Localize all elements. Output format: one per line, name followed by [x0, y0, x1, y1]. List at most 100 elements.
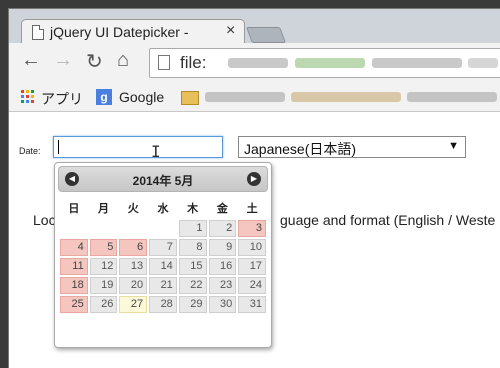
text-caret [58, 140, 59, 154]
google-icon: g [96, 89, 112, 105]
calendar-cell: 7 [149, 239, 177, 256]
new-tab-button[interactable] [246, 27, 286, 43]
calendar-week-row: 123 [60, 220, 266, 237]
calendar-cell: 6 [119, 239, 148, 256]
calendar-grid: 日 月 火 水 木 金 土 1 2 3 4 5 6 7 8 9 10 11 12 13 14 15 16 17 1… [58, 196, 268, 315]
calendar-cell: 2 [208, 220, 237, 237]
blurred-url [228, 58, 288, 68]
date-input[interactable] [53, 136, 223, 158]
calendar-cell: 19 [89, 277, 118, 294]
calendar-day[interactable]: 10 [238, 239, 266, 256]
dropdown-arrow-icon: ▼ [448, 140, 459, 152]
calendar-cell: 9 [208, 239, 237, 256]
datepicker-title: 2014年 5月 [132, 174, 194, 188]
calendar-day[interactable]: 17 [238, 258, 266, 275]
ibeam-cursor-icon: I [151, 142, 161, 161]
folder-icon[interactable] [181, 91, 199, 105]
address-bar[interactable]: file: [149, 48, 500, 78]
weekday-header: 金 [216, 203, 228, 215]
bookmark-apps[interactable]: アプリ [41, 89, 83, 109]
calendar-day[interactable]: 29 [178, 296, 207, 313]
calendar-cell: 5 [89, 239, 118, 256]
back-arrow-icon[interactable]: ← [21, 49, 41, 72]
url-text: file: [180, 53, 207, 72]
language-select-value: Japanese(日本語) [244, 141, 357, 157]
calendar-day[interactable]: 19 [89, 277, 118, 294]
calendar-cell: 3 [238, 220, 266, 237]
description-text-end: guage and format (English / Weste [280, 212, 496, 228]
calendar-day[interactable]: 20 [119, 277, 148, 294]
calendar-cell: 21 [149, 277, 177, 294]
calendar-day[interactable]: 22 [178, 277, 207, 294]
calendar-day[interactable]: 3 [238, 220, 266, 237]
calendar-day[interactable]: 8 [178, 239, 207, 256]
calendar-day[interactable]: 7 [149, 239, 177, 256]
calendar-day[interactable]: 27 [119, 296, 148, 313]
browser-tab[interactable]: jQuery UI Datepicker - × [21, 19, 245, 44]
calendar-cell [90, 220, 118, 237]
blurred-url [295, 58, 365, 68]
calendar-cell: 18 [60, 277, 88, 294]
calendar-day[interactable]: 4 [60, 239, 88, 256]
tab-strip: jQuery UI Datepicker - × [9, 9, 500, 44]
calendar-day[interactable]: 25 [60, 296, 88, 313]
bookmarks-bar: アプリ g Google [9, 83, 500, 112]
calendar-day[interactable]: 26 [89, 296, 118, 313]
weekday-header: 月 [98, 203, 110, 215]
bookmark-google[interactable]: Google [119, 89, 164, 105]
page-content: Date: I Japanese(日本語) ▼ Loc guage and fo… [9, 112, 500, 368]
calendar-cell: 24 [238, 277, 266, 294]
calendar-cell: 31 [238, 296, 266, 313]
calendar-cell: 4 [60, 239, 88, 256]
calendar-day[interactable]: 12 [89, 258, 118, 275]
calendar-cell: 26 [89, 296, 118, 313]
blurred-bookmarks [407, 92, 497, 102]
datepicker: 2014年 5月 ◀ ▶ 日 月 火 水 木 金 土 1 2 3 4 5 6 7 8 9 10 [54, 162, 272, 348]
calendar-day[interactable]: 11 [60, 258, 88, 275]
home-icon[interactable]: ⌂ [117, 49, 129, 72]
language-select[interactable]: Japanese(日本語) ▼ [238, 136, 466, 158]
calendar-day[interactable]: 2 [208, 220, 237, 237]
blurred-url [468, 58, 498, 68]
calendar-cell: 15 [178, 258, 207, 275]
weekday-header: 日 [68, 203, 80, 215]
calendar-cell: 23 [208, 277, 237, 294]
calendar-cell: 25 [60, 296, 88, 313]
reload-icon[interactable]: ↻ [86, 49, 103, 74]
calendar-day[interactable]: 15 [178, 258, 207, 275]
calendar-day[interactable]: 6 [119, 239, 148, 256]
calendar-day[interactable]: 18 [60, 277, 88, 294]
calendar-day[interactable]: 24 [238, 277, 266, 294]
calendar-day[interactable]: 16 [208, 258, 237, 275]
calendar-day[interactable]: 1 [178, 220, 207, 237]
calendar-cell: 22 [178, 277, 207, 294]
calendar-cell: 16 [208, 258, 237, 275]
calendar-day[interactable]: 21 [149, 277, 177, 294]
apps-grid-icon[interactable] [21, 90, 35, 104]
calendar-cell [149, 220, 177, 237]
calendar-day[interactable]: 30 [208, 296, 237, 313]
calendar-day[interactable]: 23 [208, 277, 237, 294]
calendar-day[interactable]: 14 [149, 258, 177, 275]
next-month-icon[interactable]: ▶ [247, 172, 261, 186]
calendar-cell [119, 220, 147, 237]
calendar-day[interactable]: 31 [238, 296, 266, 313]
calendar-cell: 28 [149, 296, 177, 313]
weekday-header: 水 [157, 203, 169, 215]
calendar-day[interactable]: 5 [89, 239, 118, 256]
tab-close-button[interactable]: × [226, 22, 235, 40]
calendar-cell: 30 [208, 296, 237, 313]
forward-arrow-icon[interactable]: → [53, 49, 73, 72]
empty-day-cell [60, 220, 88, 237]
calendar-day[interactable]: 13 [119, 258, 148, 275]
calendar-day[interactable]: 9 [208, 239, 237, 256]
calendar-day[interactable]: 28 [149, 296, 177, 313]
blurred-url [372, 58, 462, 68]
description-text-start: Loc [33, 212, 56, 228]
prev-month-icon[interactable]: ◀ [65, 172, 79, 186]
weekday-header: 木 [187, 203, 199, 215]
datepicker-header: 2014年 5月 ◀ ▶ [58, 166, 268, 192]
calendar-cell: 8 [178, 239, 207, 256]
calendar-cell [60, 220, 88, 237]
toolbar: ← → ↻ ⌂ file: [9, 43, 500, 83]
